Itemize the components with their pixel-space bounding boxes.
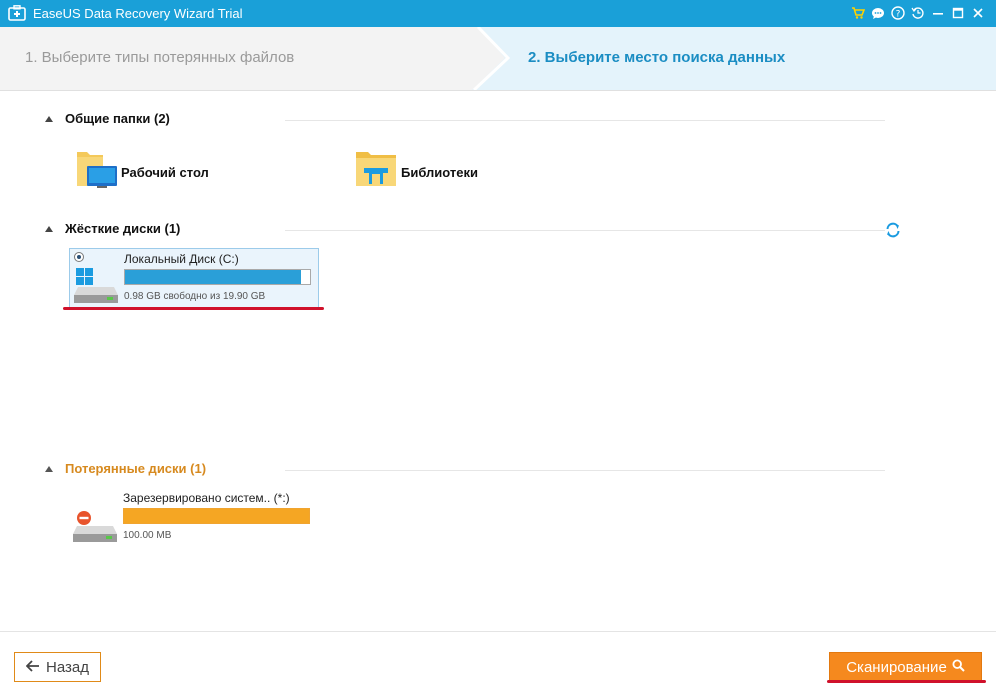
desktop-folder-icon (75, 146, 119, 195)
collapse-triangle-icon[interactable] (45, 116, 53, 122)
drive-usage-bar (124, 269, 311, 285)
refresh-icon[interactable] (884, 221, 902, 239)
drive-name: Зарезервировано систем.. (*:) (123, 491, 290, 505)
wizard-steps: 1. Выберите типы потерянных файлов 2. Вы… (0, 27, 996, 91)
drive-select-radio[interactable] (74, 252, 84, 262)
section-common-folders[interactable]: Общие папки (2) (45, 110, 885, 130)
collapse-triangle-icon[interactable] (45, 466, 53, 472)
back-button-label: Назад (46, 658, 89, 676)
folder-label-desktop: Рабочий стол (121, 165, 209, 180)
drive-card-reserved[interactable]: Зарезервировано систем.. (*:) 100.00 MB (69, 488, 319, 548)
folder-item-desktop[interactable]: Рабочий стол (75, 146, 225, 194)
drive-usage-bar (123, 508, 310, 524)
drive-space-info: 0.98 GB свободно из 19.90 GB (124, 291, 266, 302)
chat-icon[interactable] (868, 4, 888, 22)
section-divider (285, 120, 885, 121)
app-logo-icon (8, 5, 26, 21)
maximize-icon[interactable] (948, 4, 968, 22)
section-lost-drives[interactable]: Потерянные диски (1) (45, 460, 885, 480)
minimize-icon[interactable] (928, 4, 948, 22)
close-icon[interactable] (968, 4, 988, 22)
history-icon[interactable] (908, 4, 928, 22)
section-divider (285, 230, 885, 231)
window-title: EaseUS Data Recovery Wizard Trial (33, 6, 243, 21)
step-2-label[interactable]: 2. Выберите место поиска данных (528, 49, 785, 66)
cart-icon[interactable] (848, 4, 868, 22)
folder-label-libraries: Библиотеки (401, 165, 479, 180)
scan-button-label: Сканирование (846, 658, 947, 676)
step-1-label[interactable]: 1. Выберите типы потерянных файлов (25, 49, 294, 66)
folder-item-libraries[interactable]: Библиотеки (354, 146, 504, 194)
footer-divider (0, 631, 996, 632)
section-divider (285, 470, 885, 471)
drive-card-c[interactable]: Локальный Диск (C:) 0.98 GB свободно из … (69, 248, 319, 308)
section-header-hard-drives: Жёсткие диски (1) (65, 221, 181, 236)
drive-space-info: 100.00 MB (123, 530, 172, 541)
drive-usage-fill (125, 270, 301, 284)
help-icon[interactable]: ? (888, 4, 908, 22)
highlight-underline (63, 307, 324, 310)
section-header-common-folders: Общие папки (2) (65, 111, 170, 126)
windows-drive-icon (74, 265, 120, 310)
highlight-underline (827, 680, 986, 683)
arrow-left-icon (25, 659, 40, 676)
section-hard-drives[interactable]: Жёсткие диски (1) (45, 220, 885, 240)
section-header-lost-drives: Потерянные диски (1) (65, 461, 207, 476)
scan-button[interactable]: Сканирование (829, 652, 982, 682)
drive-usage-fill (124, 509, 309, 523)
title-bar: EaseUS Data Recovery Wizard Trial ? (0, 0, 996, 27)
lost-drive-icon (73, 504, 119, 549)
libraries-folder-icon (354, 146, 398, 195)
svg-text:?: ? (896, 10, 901, 20)
back-button[interactable]: Назад (14, 652, 101, 682)
collapse-triangle-icon[interactable] (45, 226, 53, 232)
drive-name: Локальный Диск (C:) (124, 252, 239, 266)
search-icon (952, 658, 965, 676)
